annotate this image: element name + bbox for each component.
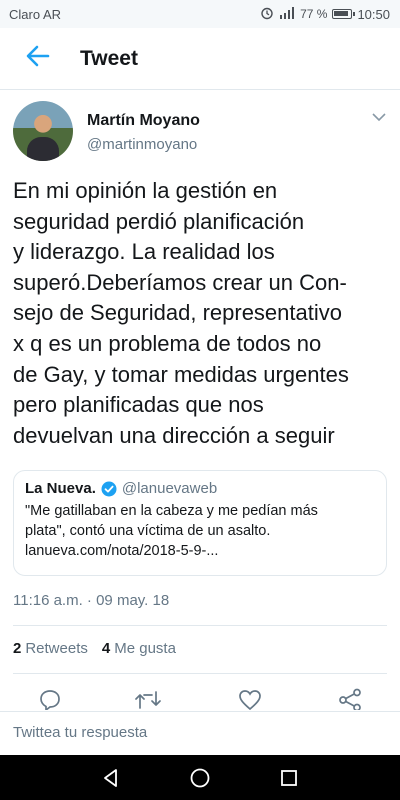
nav-home-icon[interactable] xyxy=(186,764,214,792)
page-title: Tweet xyxy=(80,46,138,70)
verified-badge-icon xyxy=(101,481,117,497)
divider xyxy=(13,625,387,626)
alarm-icon xyxy=(260,6,274,23)
tweet-text-line: pero planificadas que nos xyxy=(13,392,264,418)
status-bar: Claro AR 77 % 10:50 xyxy=(0,0,400,28)
tweet-text-line: de Gay, y tomar medidas urgentes xyxy=(13,361,349,387)
tweet-text-line: En mi opinión la gestión en xyxy=(13,178,278,203)
battery-percent: 77 % xyxy=(300,7,328,21)
quoted-text-line: lanueva.com/nota/2018-5-9-... xyxy=(25,543,219,559)
retweets-count: 2 xyxy=(13,640,22,657)
signal-icon xyxy=(279,6,295,22)
status-icons: 77 % 10:50 xyxy=(260,6,390,23)
tweet-text-line: x q es un problema de todos no xyxy=(13,330,322,356)
battery-icon xyxy=(332,9,356,19)
quoted-author-name: La Nueva. xyxy=(25,480,96,497)
quoted-text-line: "Me gatillaban en la cabeza y me pedían … xyxy=(25,503,318,519)
quoted-text-line: plata", contó una víctima de un asalto. xyxy=(25,523,271,539)
arrow-left-icon xyxy=(26,45,50,72)
clock: 10:50 xyxy=(357,6,390,22)
retweets-label: Retweets xyxy=(25,640,88,657)
divider xyxy=(13,673,387,674)
share-icon[interactable] xyxy=(337,688,363,710)
tweet-author: Martín Moyano @martinmoyano xyxy=(13,101,387,165)
tweet-timestamp: 11:16 a.m. · 09 may. 18 xyxy=(13,592,170,609)
retweet-icon[interactable] xyxy=(135,688,161,710)
quoted-tweet-header: La Nueva. @lanuevaweb xyxy=(25,480,375,497)
like-icon[interactable] xyxy=(237,688,263,710)
carrier-name: Claro AR xyxy=(9,6,62,22)
quoted-author-handle: @lanuevaweb xyxy=(121,480,218,497)
retweets-stat[interactable]: 2 Retweets xyxy=(13,640,88,657)
author-handle[interactable]: @martinmoyano xyxy=(87,136,197,153)
nav-recents-icon[interactable] xyxy=(275,764,303,792)
android-nav-bar xyxy=(0,755,400,800)
reply-icon[interactable] xyxy=(37,688,63,710)
tweet-text-line: superó.Deberíamos crear un Con- xyxy=(13,269,347,295)
quoted-tweet-text: "Me gatillaban en la cabeza y me pedían … xyxy=(25,501,375,561)
tweet-text-line: y liderazgo. La realidad los xyxy=(13,239,275,265)
tweet-text-line: sejo de Seguridad, representativo xyxy=(13,300,342,326)
tweet-text-line: seguridad perdió planificación xyxy=(13,208,305,234)
back-button[interactable] xyxy=(12,35,64,83)
tweet-actions xyxy=(0,682,400,710)
likes-count: 4 xyxy=(101,640,111,657)
app-header: Tweet xyxy=(0,28,400,90)
avatar[interactable] xyxy=(13,101,73,161)
likes-label: Me gusta xyxy=(114,640,176,657)
reply-bar xyxy=(0,711,400,755)
nav-back-icon[interactable] xyxy=(97,764,125,792)
author-name[interactable]: Martín Moyano xyxy=(87,112,200,130)
chevron-down-icon[interactable] xyxy=(369,109,389,125)
quoted-tweet-card[interactable]: La Nueva. @lanuevaweb "Me gatillaban en … xyxy=(13,470,387,576)
tweet-text: En mi opinión la gestión en seguridad pe… xyxy=(13,176,385,451)
tweet-stats: 2 Retweets 4 Me gusta xyxy=(13,640,176,657)
reply-input[interactable] xyxy=(13,720,383,744)
likes-stat[interactable]: 4 Me gusta xyxy=(102,640,176,657)
tweet-text-line: devuelvan una dirección a seguir xyxy=(13,422,335,448)
